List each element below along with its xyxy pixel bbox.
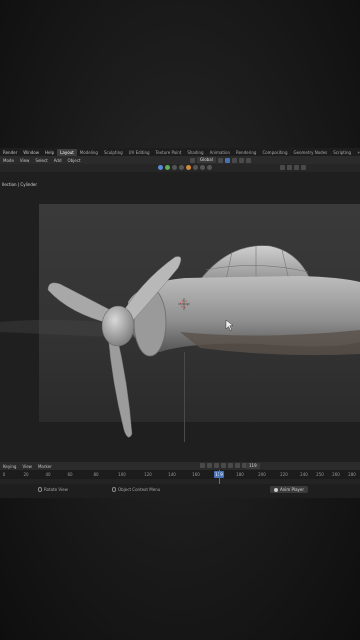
timeline-ruler[interactable]: 0 20 40 60 80 100 120 140 160 180 200 22…: [0, 470, 360, 479]
play-reverse-icon[interactable]: [221, 463, 226, 468]
menu-render[interactable]: Render: [0, 150, 20, 155]
top-menu-bar: Render Window Help Layout Modeling Sculp…: [0, 148, 360, 156]
current-frame-field[interactable]: 119: [246, 463, 260, 469]
menu-help[interactable]: Help: [42, 150, 57, 155]
ruler-tick: 160: [192, 472, 200, 477]
viewport-shading-solid-icon[interactable]: [287, 165, 292, 170]
record-icon[interactable]: [200, 463, 205, 468]
ruler-tick: 200: [258, 472, 266, 477]
status-rotate: Rotate View: [38, 487, 68, 492]
rotate-icon[interactable]: [172, 165, 177, 170]
status-bar: Rotate View Object Context Menu Anim Pla…: [0, 484, 360, 498]
view-menu[interactable]: View: [17, 158, 33, 163]
anim-player-label: Anim Player: [280, 487, 304, 492]
tab-uv-editing[interactable]: UV Editing: [126, 149, 153, 156]
search-icon[interactable]: [207, 165, 212, 170]
ruler-tick: 60: [67, 472, 73, 477]
blender-window: Render Window Help Layout Modeling Sculp…: [0, 148, 360, 498]
ruler-tick: 20: [23, 472, 29, 477]
ruler-tick: 0: [2, 472, 6, 477]
viewport-shading-material-icon[interactable]: [294, 165, 299, 170]
falloff-icon[interactable]: [245, 157, 251, 163]
tab-animation[interactable]: Animation: [207, 149, 233, 156]
ruler-tick: 140: [168, 472, 176, 477]
menu-window[interactable]: Window: [20, 150, 42, 155]
ruler-tick: 120: [144, 472, 152, 477]
tab-geometry-nodes[interactable]: Geometry Nodes: [291, 149, 331, 156]
ruler-tick: 220: [280, 472, 288, 477]
tab-modeling[interactable]: Modeling: [77, 149, 101, 156]
next-key-icon[interactable]: [235, 463, 240, 468]
tab-scripting[interactable]: Scripting: [330, 149, 354, 156]
playhead-line: [219, 470, 220, 484]
anim-player-icon: [274, 487, 278, 492]
tab-shading[interactable]: Shading: [184, 149, 206, 156]
status-context-label: Object Context Menu: [118, 487, 161, 492]
add-menu[interactable]: Add: [51, 158, 65, 163]
cursor-icon[interactable]: [193, 165, 198, 170]
timeline-header: Keying View Marker 119: [0, 462, 360, 470]
ruler-tick: 260: [332, 472, 340, 477]
add-workspace-icon[interactable]: +: [354, 150, 360, 155]
tab-rendering[interactable]: Rendering: [233, 149, 259, 156]
filter-icon[interactable]: [301, 165, 306, 170]
ruler-tick: 250: [316, 472, 324, 477]
scale-icon[interactable]: [179, 165, 184, 170]
snap-target-icon[interactable]: [231, 157, 237, 163]
3d-viewport[interactable]: llection | Cylinder: [0, 172, 360, 462]
mode-menu[interactable]: Mode: [0, 158, 17, 163]
ruler-tick: 80: [93, 472, 99, 477]
object-menu[interactable]: Object: [65, 158, 84, 163]
pivot-icon[interactable]: [217, 157, 223, 163]
viewport-header: Mode View Select Add Object Global: [0, 156, 360, 164]
timeline-view-menu[interactable]: View: [19, 464, 35, 469]
status-rotate-label: Rotate View: [44, 487, 68, 492]
move-icon[interactable]: [165, 165, 170, 170]
ruler-tick: 100: [118, 472, 126, 477]
tab-layout[interactable]: Layout: [57, 148, 77, 156]
tab-texture-paint[interactable]: Texture Paint: [153, 149, 185, 156]
viewport-subheader: [0, 164, 360, 172]
tab-sculpting[interactable]: Sculpting: [101, 149, 126, 156]
transform-orientation-dropdown[interactable]: Global: [197, 157, 216, 163]
prev-key-icon[interactable]: [214, 463, 219, 468]
select-menu[interactable]: Select: [32, 158, 50, 163]
ruler-tick: 240: [300, 472, 308, 477]
ruler-tick: 40: [45, 472, 51, 477]
status-context: Object Context Menu: [112, 487, 160, 492]
orientation-icon[interactable]: [190, 157, 195, 163]
jump-start-icon[interactable]: [207, 463, 212, 468]
mouse-right-icon: [112, 487, 116, 492]
measure-icon[interactable]: [200, 165, 205, 170]
ruler-tick: 280: [348, 472, 356, 477]
viewport-shading-wire-icon[interactable]: [280, 165, 285, 170]
mouse-middle-icon: [38, 487, 42, 492]
transform-icon[interactable]: [186, 165, 191, 170]
select-box-icon[interactable]: [158, 165, 163, 170]
tab-compositing[interactable]: Compositing: [259, 149, 290, 156]
anim-player-button[interactable]: Anim Player: [270, 486, 308, 493]
keying-menu[interactable]: Keying: [0, 464, 19, 469]
snap-icon[interactable]: [224, 157, 230, 163]
ruler-tick: 180: [236, 472, 244, 477]
airplane-model[interactable]: [0, 172, 360, 462]
proportional-edit-icon[interactable]: [238, 157, 244, 163]
play-icon[interactable]: [228, 463, 233, 468]
marker-menu[interactable]: Marker: [35, 464, 55, 469]
